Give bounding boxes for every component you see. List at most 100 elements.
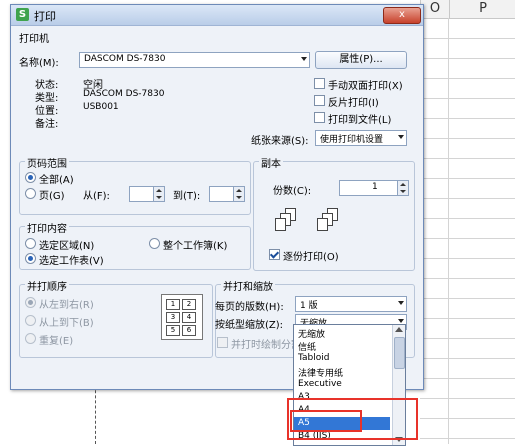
grid-line [420,378,515,379]
location-value: USB001 [83,102,119,112]
copies-count-spinner[interactable]: 1 [339,180,409,196]
page-range-all-label: 全部(A) [39,175,74,186]
top-to-bottom-label: 从上到下(B) [39,318,94,329]
draw-borders-checkbox[interactable] [217,337,228,348]
active-sheet-radio[interactable] [25,253,36,264]
page-from-spinner[interactable] [129,186,165,202]
grid-line [420,358,515,359]
grid-line [420,178,515,179]
comment-label: 备注: [35,119,59,130]
copies-count-value: 1 [372,182,378,192]
left-to-right-label: 从左到右(R) [39,300,94,311]
page-to-spinner[interactable] [209,186,245,202]
column-header-p[interactable]: P [449,0,515,19]
print-to-file-checkbox[interactable] [314,112,325,123]
order-cell: 2 [182,299,196,310]
properties-button[interactable]: 属性(P)... [315,51,407,69]
collate-checkbox[interactable] [269,249,280,260]
grid-line [420,238,515,239]
order-cell: 4 [182,312,196,323]
grid-line [420,278,515,279]
reverse-print-label: 反片打印(I) [328,98,379,109]
left-to-right-radio[interactable] [25,297,36,308]
grid-line [420,258,515,259]
spinner-buttons[interactable] [397,181,408,195]
entire-workbook-label: 整个工作簿(K) [163,241,228,252]
page-from-label: 从(F): [83,191,110,202]
paper-source-label: 纸张来源(S): [251,136,309,147]
collate-pages-icon [317,208,341,234]
title-bar[interactable]: S 打印 x [11,5,423,26]
collate-pages-icon [275,208,299,234]
dropdown-item[interactable]: Tabloid [298,353,329,363]
dropdown-item[interactable]: 无缩放 [298,327,325,340]
scroll-thumb[interactable] [394,337,405,369]
printer-name-value: DASCOM DS-7830 [84,54,166,64]
repeat-radio[interactable] [25,333,36,344]
selection-radio[interactable] [25,238,36,249]
spinner-buttons[interactable] [233,187,244,201]
printer-group-label: 打印机 [19,34,49,45]
grid-line [420,318,515,319]
close-button[interactable]: x [383,7,421,24]
grid-line [420,58,515,59]
grid-line [420,198,515,199]
order-cell: 5 [166,325,180,336]
spinner-buttons[interactable] [153,187,164,201]
collate-label: 逐份打印(O) [283,252,339,263]
print-what-group-label: 打印内容 [25,220,69,235]
column-header-o[interactable]: O [420,0,450,19]
paper-source-value: 使用打印机设置 [320,135,384,145]
chevron-down-icon [398,135,404,139]
repeat-label: 重复(E) [39,336,74,347]
pages-per-sheet-label: 每页的版数(H): [215,302,284,313]
dropdown-item[interactable]: 信纸 [298,340,316,353]
grid-line [420,78,515,79]
selection-label: 选定区域(N) [39,241,95,252]
print-to-file-label: 打印到文件(L) [328,115,392,126]
page-range-group-label: 页码范围 [25,155,69,170]
scroll-up-icon[interactable] [395,327,403,332]
chevron-down-icon [398,319,404,323]
grid-line [420,38,515,39]
dropdown-item[interactable]: Executive [298,379,342,389]
chevron-down-icon [301,57,307,61]
entire-workbook-radio[interactable] [149,238,160,249]
app-icon: S [16,8,29,21]
paper-source-select[interactable]: 使用打印机设置 [315,130,407,146]
chevron-down-icon [398,301,404,305]
print-order-group-label: 并打顺序 [25,278,69,293]
printer-name-select[interactable]: DASCOM DS-7830 [79,52,310,68]
annotation-highlight-box [290,410,362,432]
top-to-bottom-radio[interactable] [25,315,36,326]
pages-per-sheet-value: 1 版 [300,301,318,311]
draw-borders-label: 并打时绘制分割 [231,340,301,351]
grid-line [448,18,449,444]
printer-name-label: 名称(M): [19,58,59,69]
dialog-title: 打印 [34,10,56,23]
grid-line [420,298,515,299]
order-cell: 6 [182,325,196,336]
grid-line [420,338,515,339]
grid-line [420,418,515,419]
pages-per-sheet-select[interactable]: 1 版 [295,296,407,312]
dropdown-item[interactable]: 法律专用纸 [298,366,343,379]
grid-line [420,158,515,159]
grid-line [420,118,515,119]
page-range-pages-label: 页(G) [39,191,65,202]
order-cell: 3 [166,312,180,323]
grid-line [420,138,515,139]
copies-group-label: 副本 [259,155,283,170]
page-range-pages-radio[interactable] [25,188,36,199]
manual-duplex-checkbox[interactable] [314,78,325,89]
zoom-group-label: 并打和缩放 [221,278,275,293]
reverse-print-checkbox[interactable] [314,95,325,106]
grid-line [420,398,515,399]
page-to-label: 到(T): [173,191,201,202]
page-range-all-radio[interactable] [25,172,36,183]
grid-line [420,218,515,219]
order-cell: 1 [166,299,180,310]
active-sheet-label: 选定工作表(V) [39,256,104,267]
manual-duplex-label: 手动双面打印(X) [328,81,403,92]
print-order-preview-icon: 1 2 3 4 5 6 [161,294,203,340]
